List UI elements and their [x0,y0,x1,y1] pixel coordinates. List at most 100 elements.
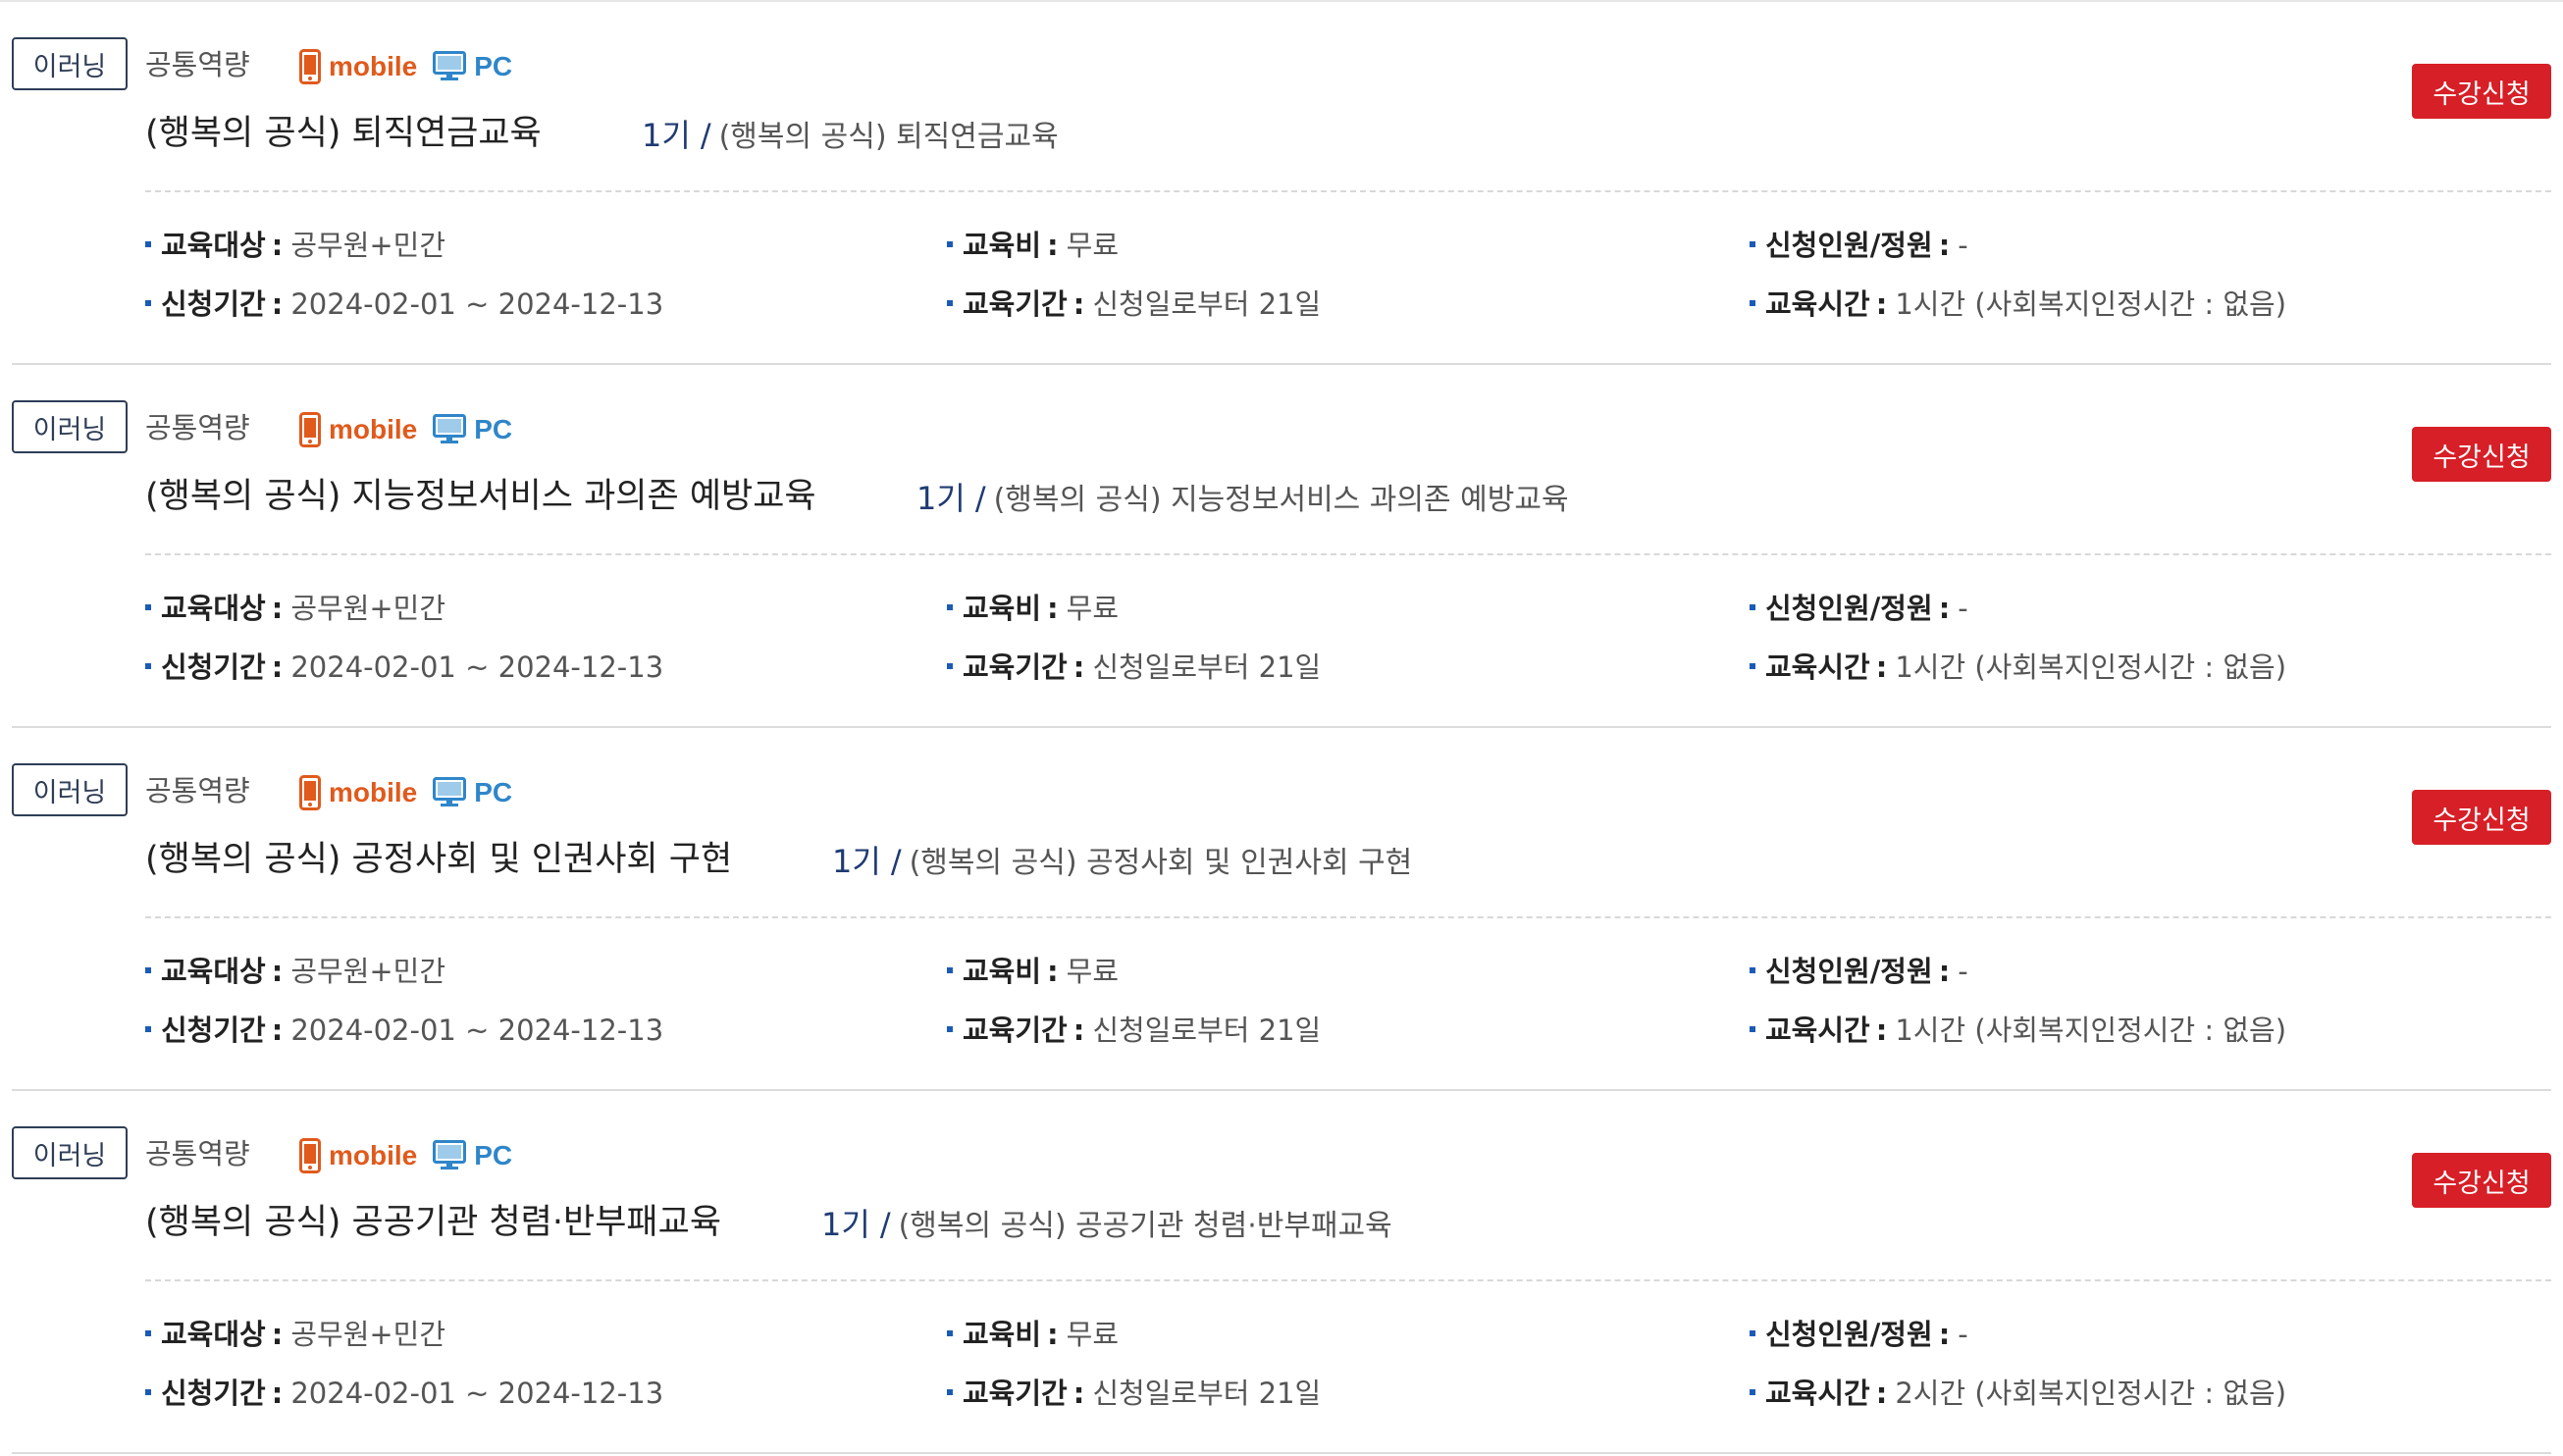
course-subtitle: (행복의 공식) 퇴직연금교육 [718,120,1059,154]
bullet-icon [1750,1389,1755,1395]
info-value: 2024-02-01 ~ 2024-12-13 [290,1377,664,1410]
info-label: 신청기간 [161,287,266,321]
info-value: - [1958,955,1968,988]
info-value: 무료 [1066,1318,1120,1351]
info-colon: : [1072,1014,1085,1047]
info-edu-time: 교육시간:1시간 (사회복지인정시간 : 없음) [1750,1011,2286,1050]
apply-button[interactable]: 수강신청 [2412,790,2551,845]
bullet-icon [947,241,953,247]
apply-button[interactable]: 수강신청 [2412,1153,2551,1208]
course-type-badge: 이러닝 [12,763,128,816]
apply-button[interactable]: 수강신청 [2412,427,2551,482]
info-apply-period: 신청기간:2024-02-01 ~ 2024-12-13 [145,648,663,687]
info-value: 무료 [1066,229,1120,262]
course-round: 1기 [821,1206,870,1243]
info-fee: 교육비: 무료 [947,589,1119,628]
info-value: 2024-02-01 ~ 2024-12-13 [290,1014,664,1047]
info-value: 2시간 (사회복지인정시간 : 없음) [1895,1377,2287,1410]
mobile-phone-icon [299,49,321,84]
info-colon: : [1072,1377,1085,1410]
info-label: 교육시간 [1765,1377,1870,1410]
info-colon: : [271,1377,284,1410]
bullet-icon [1750,300,1755,306]
info-fee: 교육비: 무료 [947,1315,1119,1354]
course-round: 1기 [642,117,691,154]
info-apply-period: 신청기간:2024-02-01 ~ 2024-12-13 [145,285,663,324]
bullet-icon [947,1389,953,1395]
bullet-icon [1750,967,1755,973]
course-item: 이러닝 공통역량 mobile PC (행복의 공 [12,365,2551,728]
pc-device-tag: PC [433,414,512,445]
info-label: 교육대상 [161,592,266,625]
round-separator: / [879,1206,891,1243]
course-session: 1기 / (행복의 공식) 지능정보서비스 과의존 예방교육 [916,477,1569,526]
pc-device-tag: PC [433,777,512,808]
info-value: 신청일로부터 21일 [1092,1377,1322,1410]
info-colon: : [1875,287,1888,321]
info-label: 교육대상 [161,229,266,262]
info-label: 교육시간 [1765,1014,1870,1047]
info-label: 신청인원/정원 [1765,229,1933,262]
info-colon: : [271,1318,284,1351]
course-title[interactable]: (행복의 공식) 지능정보서비스 과의존 예방교육 [145,473,816,520]
info-edu-period: 교육기간: 신청일로부터 21일 [947,1011,1321,1050]
bullet-icon [145,967,151,973]
info-value: 신청일로부터 21일 [1092,287,1322,321]
bullet-icon [1750,663,1755,669]
info-colon: : [1875,650,1888,684]
info-fee: 교육비: 무료 [947,226,1119,265]
mobile-device-tag: mobile [299,775,417,810]
bullet-icon [1750,1026,1755,1032]
info-value: - [1958,1318,1968,1351]
info-label: 교육시간 [1765,287,1870,321]
bullet-icon [145,1389,151,1395]
info-colon: : [271,592,284,625]
info-capacity: 신청인원/정원: - [1750,226,1968,265]
info-label: 교육대상 [161,1318,266,1351]
info-label: 교육기간 [963,287,1068,321]
info-colon: : [1938,592,1951,625]
info-capacity: 신청인원/정원: - [1750,589,1968,628]
round-separator: / [890,843,902,880]
info-value: 신청일로부터 21일 [1092,1014,1322,1047]
bullet-icon [947,604,953,610]
info-target: 교육대상: 공무원+민간 [145,589,445,628]
pc-label: PC [474,1140,513,1170]
info-apply-period: 신청기간:2024-02-01 ~ 2024-12-13 [145,1374,663,1413]
mobile-device-tag: mobile [299,49,417,84]
course-title[interactable]: (행복의 공식) 퇴직연금교육 [145,110,542,157]
device-tags: mobile PC [299,1136,528,1175]
info-value: - [1958,592,1968,625]
info-colon: : [1938,229,1951,262]
info-colon: : [1047,592,1059,625]
mobile-phone-icon [299,1138,321,1173]
device-tags: mobile PC [299,773,528,812]
course-item: 이러닝 공통역량 mobile PC (행복의 공 [12,1091,2551,1454]
info-label: 교육비 [963,592,1042,625]
info-value: - [1958,229,1968,262]
mobile-label: mobile [329,1140,418,1170]
bullet-icon [145,1330,151,1336]
bullet-icon [1750,1330,1755,1336]
course-title[interactable]: (행복의 공식) 공공기관 청렴·반부패교육 [145,1199,721,1246]
apply-button[interactable]: 수강신청 [2412,64,2551,119]
bullet-icon [145,663,151,669]
info-label: 신청인원/정원 [1765,955,1933,988]
course-type-badge: 이러닝 [12,1126,128,1179]
dashed-divider [145,1279,2551,1281]
pc-label: PC [474,777,513,807]
info-value: 무료 [1066,955,1120,988]
bullet-icon [1750,604,1755,610]
info-value: 1시간 (사회복지인정시간 : 없음) [1895,650,2287,684]
info-label: 교육기간 [963,650,1068,684]
course-title[interactable]: (행복의 공식) 공정사회 및 인권사회 구현 [145,836,732,883]
bullet-icon [145,1026,151,1032]
bullet-icon [947,967,953,973]
info-colon: : [1875,1014,1888,1047]
mobile-label: mobile [329,51,418,81]
info-label: 신청인원/정원 [1765,1318,1933,1351]
info-value: 신청일로부터 21일 [1092,650,1322,684]
dashed-divider [145,190,2551,192]
bullet-icon [145,604,151,610]
course-type-badge: 이러닝 [12,37,128,90]
